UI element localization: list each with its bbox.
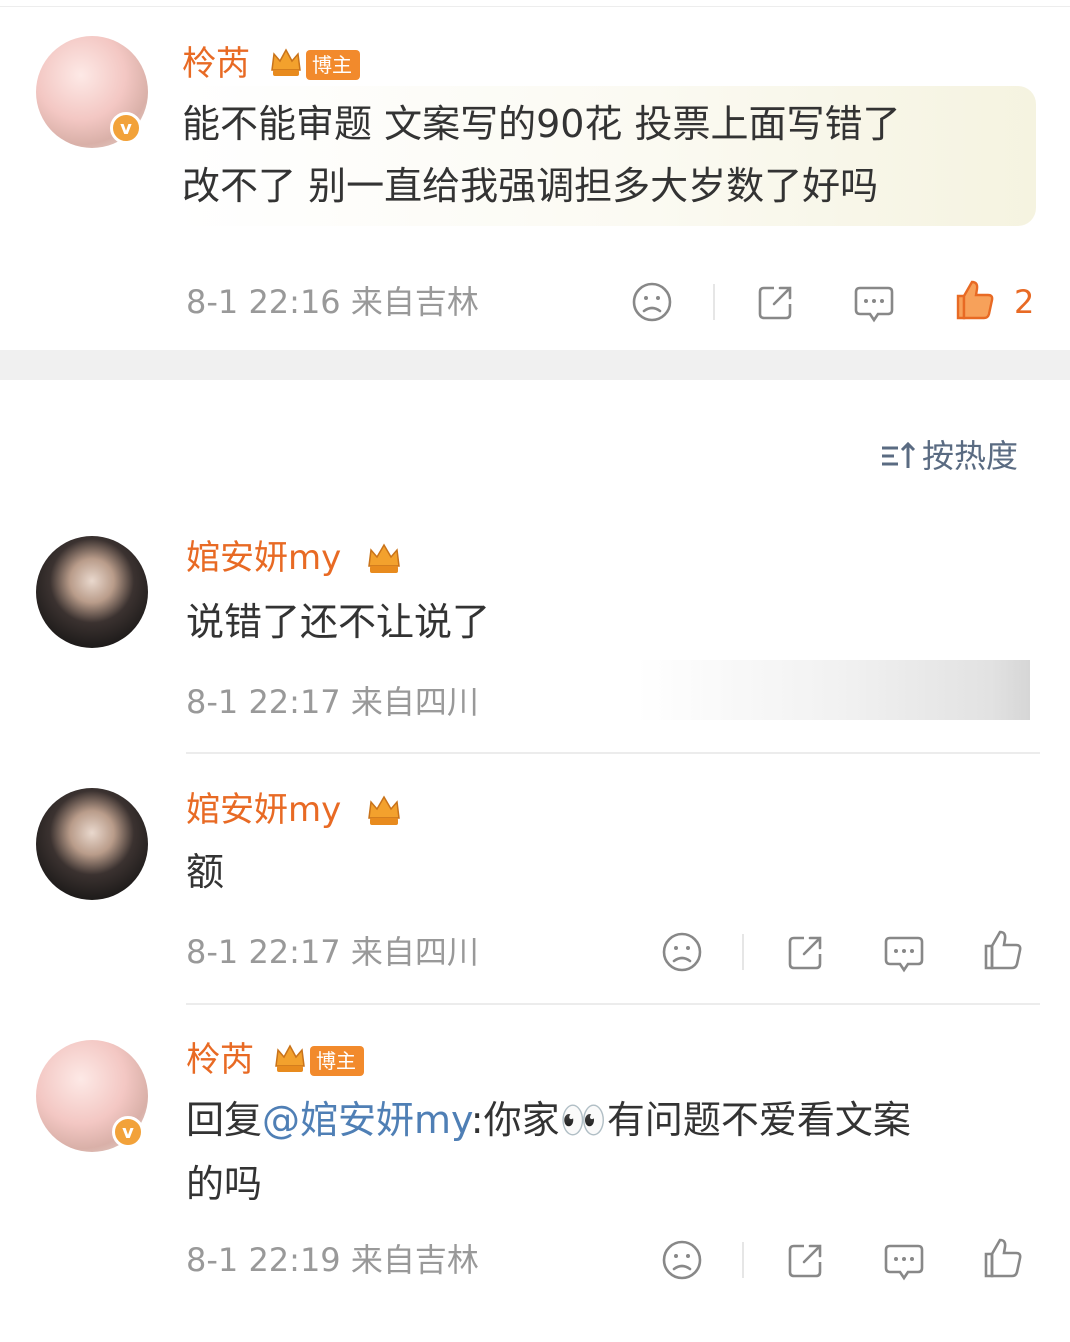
comment-divider: [186, 1003, 1040, 1005]
mention-link[interactable]: @婠安妍my: [262, 1098, 471, 1142]
share-icon[interactable]: [784, 930, 828, 974]
sad-face-icon[interactable]: [660, 1238, 704, 1282]
comment-text: 说错了还不让说了: [186, 600, 491, 644]
icon-separator: [713, 284, 715, 320]
comment-icon[interactable]: [852, 280, 896, 324]
crown-badge-icon: [272, 1040, 308, 1076]
comment-author-name[interactable]: 柃芮: [186, 1040, 254, 1080]
like-count: 2: [1014, 283, 1035, 321]
icon-separator: [742, 934, 744, 970]
post-time-location: 8-1 22:16 来自吉林: [186, 283, 479, 321]
share-icon[interactable]: [754, 280, 798, 324]
verified-badge-icon: v: [110, 112, 142, 144]
blogger-badge: 博主: [310, 1046, 364, 1076]
blogger-badge: 博主: [306, 50, 360, 80]
thumbs-up-icon[interactable]: [980, 928, 1024, 972]
verified-badge-icon: v: [112, 1116, 144, 1148]
avatar[interactable]: [36, 536, 148, 648]
sort-icon[interactable]: [880, 438, 916, 474]
sort-by-popularity[interactable]: 按热度: [922, 436, 1018, 476]
crown-badge-icon: [268, 44, 304, 80]
comment-icon[interactable]: [882, 930, 926, 974]
comment-time-location: 8-1 22:17 来自四川: [186, 933, 479, 971]
comment-text: 额: [186, 850, 225, 894]
icon-separator: [742, 1242, 744, 1278]
share-icon[interactable]: [784, 1238, 828, 1282]
comment-icon[interactable]: [882, 1238, 926, 1282]
post-text-line1: 能不能审题 文案写的90花 投票上面写错了: [182, 102, 901, 146]
blurred-action-bar: [636, 660, 1030, 720]
thumbs-up-icon[interactable]: [980, 1236, 1024, 1280]
sad-face-icon[interactable]: [630, 280, 674, 324]
reply-prefix: 回复: [186, 1098, 263, 1142]
thumbs-up-icon[interactable]: [952, 278, 996, 322]
post-text-line2: 改不了 别一直给我强调担多大岁数了好吗: [182, 164, 879, 208]
sad-face-icon[interactable]: [660, 930, 704, 974]
comment-time-location: 8-1 22:19 来自吉林: [186, 1241, 479, 1279]
reply-text: :你家👀有问题不爱看文案: [470, 1098, 911, 1142]
comment-author-name[interactable]: 婠安妍my: [186, 538, 341, 578]
comment-text: 回复@婠安妍my:你家👀有问题不爱看文案: [186, 1090, 911, 1150]
comment-time-location: 8-1 22:17 来自四川: [186, 683, 479, 721]
post-author-name[interactable]: 柃芮: [182, 44, 250, 84]
avatar[interactable]: [36, 788, 148, 900]
crown-badge-icon: [364, 790, 404, 830]
section-separator: [0, 350, 1070, 380]
comment-divider: [186, 752, 1040, 754]
top-divider: [0, 6, 1070, 7]
comment-text-line2: 的吗: [186, 1162, 263, 1206]
comment-author-name[interactable]: 婠安妍my: [186, 790, 341, 830]
crown-badge-icon: [364, 538, 404, 578]
